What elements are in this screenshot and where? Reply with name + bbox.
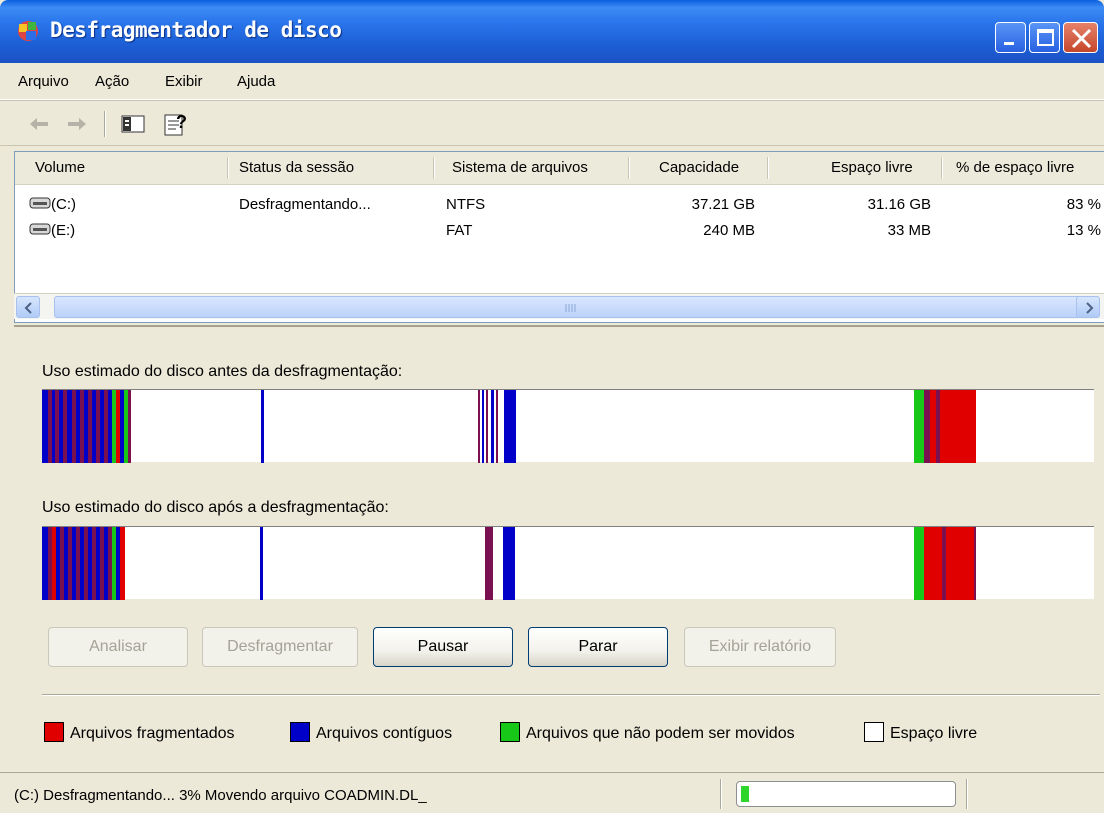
minimize-button[interactable]	[995, 22, 1026, 53]
after-label: Uso estimado do disco após a desfragment…	[42, 499, 389, 516]
toolbar: ?	[0, 100, 1104, 146]
close-icon	[1071, 28, 1092, 49]
minimize-icon	[1004, 42, 1014, 45]
col-free-space[interactable]: Espaço livre	[831, 159, 913, 176]
list-header: Volume Status da sessão Sistema de arqui…	[15, 152, 1104, 185]
before-label: Uso estimado do disco antes da desfragme…	[42, 363, 403, 380]
drive-icon	[29, 223, 51, 235]
progress-bar	[736, 781, 956, 807]
menu-arquivo[interactable]: Arquivo	[18, 73, 69, 90]
chevron-right-icon	[1086, 302, 1094, 314]
col-volume[interactable]: Volume	[35, 159, 85, 176]
cell-free-space: 33 MB	[887, 222, 931, 239]
horizontal-scrollbar[interactable]	[14, 293, 1104, 319]
defrag-app-icon	[18, 21, 38, 41]
divider	[42, 694, 1100, 696]
legend-fragmented: Arquivos fragmentados	[44, 722, 235, 743]
contiguous-swatch	[290, 722, 310, 742]
legend-unmovable: Arquivos que não podem ser movidos	[500, 722, 795, 743]
fragmented-swatch	[44, 722, 64, 742]
show-hide-console-tree-icon[interactable]	[120, 111, 146, 137]
cell-free-pct: 83 %	[1066, 196, 1101, 213]
cell-status: Desfragmentando...	[239, 196, 371, 213]
maximize-button[interactable]	[1029, 22, 1060, 53]
menu-ajuda[interactable]: Ajuda	[237, 73, 275, 90]
cell-volume: (C:)	[51, 196, 76, 213]
table-row[interactable]: (C:) Desfragmentando... NTFS 37.21 GB 31…	[15, 192, 1104, 218]
analysis-pane: Uso estimado do disco antes da desfragme…	[14, 325, 1104, 770]
view-report-button[interactable]: Exibir relatório	[684, 627, 836, 667]
svg-text:?: ?	[176, 112, 187, 132]
drive-icon	[29, 197, 51, 209]
cell-filesystem: FAT	[446, 222, 473, 239]
forward-arrow-icon[interactable]	[66, 111, 88, 137]
legend-free: Espaço livre	[864, 722, 977, 743]
col-free-pct[interactable]: % de espaço livre	[956, 159, 1074, 176]
chevron-left-icon	[24, 302, 32, 314]
close-button[interactable]	[1063, 22, 1098, 53]
window-title: Desfragmentador de disco	[50, 18, 342, 42]
back-arrow-icon[interactable]	[28, 111, 50, 137]
progress-fill	[741, 786, 749, 802]
cell-free-pct: 13 %	[1066, 222, 1101, 239]
cell-filesystem: NTFS	[446, 196, 486, 213]
cell-volume: (E:)	[51, 222, 76, 239]
scroll-thumb[interactable]	[54, 296, 1084, 318]
status-divider	[720, 779, 722, 809]
before-disk-map	[42, 389, 1094, 463]
col-filesystem[interactable]: Sistema de arquivos	[452, 159, 588, 176]
defragment-button[interactable]: Desfragmentar	[202, 627, 358, 667]
scroll-left-button[interactable]	[16, 296, 40, 318]
unmovable-swatch	[500, 722, 520, 742]
help-icon[interactable]: ?	[162, 111, 190, 137]
after-fragment-bands	[42, 527, 976, 600]
title-bar: Desfragmentador de disco	[0, 0, 1104, 63]
analyze-button[interactable]: Analisar	[48, 627, 188, 667]
cell-capacity: 240 MB	[703, 222, 755, 239]
stop-button[interactable]: Parar	[528, 627, 668, 667]
scroll-right-button[interactable]	[1076, 296, 1100, 318]
cell-capacity: 37.21 GB	[691, 196, 755, 213]
free-swatch	[864, 722, 884, 742]
col-status[interactable]: Status da sessão	[239, 159, 354, 176]
menu-acao[interactable]: Ação	[95, 73, 129, 90]
table-row[interactable]: (E:) FAT 240 MB 33 MB 13 %	[15, 218, 1104, 244]
before-fragment-bands	[42, 390, 976, 463]
toolbar-separator	[104, 111, 106, 137]
pause-button[interactable]: Pausar	[373, 627, 513, 667]
maximize-icon	[1037, 29, 1054, 46]
menu-exibir[interactable]: Exibir	[165, 73, 203, 90]
after-disk-map	[42, 526, 1094, 600]
status-bar: (C:) Desfragmentando... 3% Movendo arqui…	[0, 772, 1104, 813]
status-divider	[966, 779, 968, 809]
cell-free-space: 31.16 GB	[867, 196, 931, 213]
col-capacity[interactable]: Capacidade	[659, 159, 739, 176]
grip-icon	[565, 304, 576, 312]
legend-contiguous: Arquivos contíguos	[290, 722, 452, 743]
menu-bar: Arquivo Ação Exibir Ajuda	[0, 63, 1104, 100]
status-text: (C:) Desfragmentando... 3% Movendo arqui…	[14, 787, 427, 804]
